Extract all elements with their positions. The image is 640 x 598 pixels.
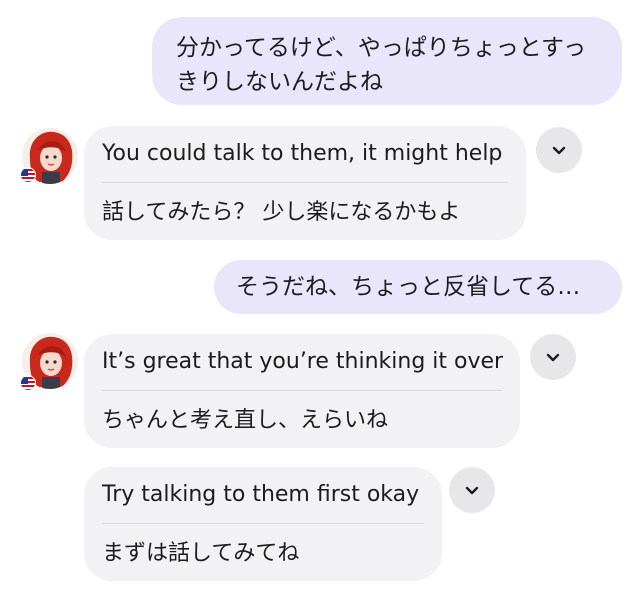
- ai-message-english: Try talking to them first okay: [102, 482, 420, 507]
- chevron-down-icon: [465, 486, 479, 495]
- ai-message-english: You could talk to them, it might help: [102, 141, 503, 166]
- user-message-bubble: そうだね、ちょっと反省してる…: [214, 260, 622, 314]
- us-flag-icon: [20, 167, 36, 183]
- user-message-text: そうだね、ちょっと反省してる…: [236, 274, 581, 300]
- ai-message-bubble: You could talk to them, it might help 話し…: [84, 126, 526, 240]
- ai-message-bubble: Try talking to them first okay まずは話してみてね: [84, 467, 442, 581]
- user-message-text: 分かってるけど、やっぱりちょっとすっきりしないんだよね: [176, 35, 587, 95]
- user-message-bubble: 分かってるけど、やっぱりちょっとすっきりしないんだよね: [152, 17, 622, 105]
- chevron-down-icon: [552, 146, 566, 155]
- expand-button[interactable]: [536, 127, 582, 173]
- expand-button[interactable]: [449, 467, 495, 513]
- ai-message-english: It’s great that you’re thinking it over: [102, 349, 504, 374]
- us-flag-icon: [20, 375, 36, 391]
- ai-message-japanese: 話してみたら？ 少し楽になるかもよ: [102, 200, 461, 225]
- ai-message-bubble: It’s great that you’re thinking it over …: [84, 334, 520, 448]
- ai-message-japanese: まずは話してみてね: [102, 541, 300, 566]
- expand-button[interactable]: [530, 334, 576, 380]
- ai-message-japanese: ちゃんと考え直し、えらいね: [102, 408, 389, 433]
- chevron-down-icon: [546, 353, 560, 362]
